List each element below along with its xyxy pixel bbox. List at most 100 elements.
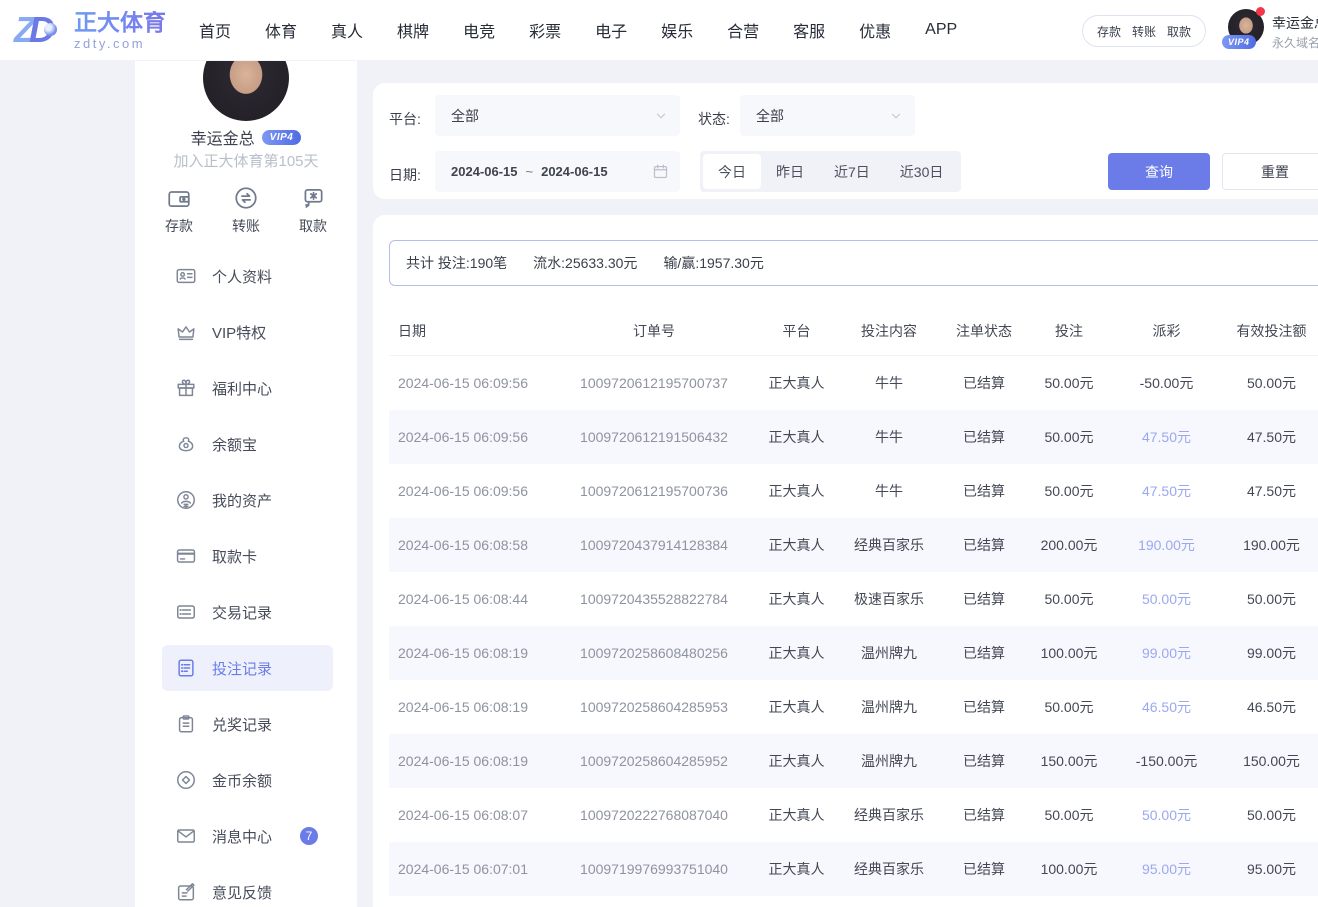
sidebar-item-投注记录[interactable]: 投注记录 (135, 640, 357, 696)
sidebar-menu: 个人资料VIP特权福利中心余额宝我的资产取款卡交易记录投注记录兑奖记录金币余额消… (135, 248, 357, 907)
cell-order-no: 1009720258604285953 (554, 699, 754, 715)
sidebar-item-余额宝[interactable]: 余额宝 (135, 416, 357, 472)
table-row: 2024-06-15 06:09:561009720612195700737正大… (389, 356, 1318, 410)
cell-bet-amount: 100.00元 (1029, 643, 1109, 663)
cell-date: 2024-06-15 06:08:19 (389, 699, 554, 715)
cell-bet-amount: 50.00元 (1029, 697, 1109, 717)
cell-platform: 正大真人 (754, 427, 839, 447)
header-avatar[interactable]: VIP4 (1228, 9, 1264, 45)
cell-bet-amount: 50.00元 (1029, 805, 1109, 825)
quick-range-今日[interactable]: 今日 (703, 154, 761, 189)
profile-action-取款[interactable]: 取款 (299, 185, 327, 236)
reset-button[interactable]: 重置 (1222, 153, 1318, 190)
unread-count-badge: 7 (300, 827, 318, 845)
sidebar-item-金币余额[interactable]: 金币余额 (135, 752, 357, 808)
nav-item-电竞[interactable]: 电竞 (463, 18, 495, 42)
profile-action-转账[interactable]: 转账 (232, 185, 260, 236)
cell-platform: 正大真人 (754, 535, 839, 555)
nav-item-电子[interactable]: 电子 (595, 18, 627, 42)
sidebar-item-label: 余额宝 (212, 434, 257, 455)
cell-valid-amount: 99.00元 (1224, 643, 1318, 663)
search-button[interactable]: 查询 (1108, 153, 1210, 190)
date-range-input[interactable]: 2024-06-15 ~ 2024-06-15 (435, 151, 680, 192)
nav-item-客服[interactable]: 客服 (793, 18, 825, 42)
cell-status: 已结算 (939, 751, 1029, 771)
chevron-down-icon (654, 109, 668, 123)
cell-bet-content: 牛牛 (839, 481, 939, 501)
sidebar-item-意见反馈[interactable]: 意见反馈 (135, 864, 357, 907)
redeem-icon (175, 713, 197, 735)
cell-order-no: 1009720258608480256 (554, 645, 754, 661)
header-quick-link-转账[interactable]: 转账 (1132, 23, 1156, 40)
cell-payout: 190.00元 (1109, 535, 1224, 555)
profile-action-label: 存款 (165, 216, 193, 236)
brand-logo-mark: ZD (14, 7, 66, 53)
sidebar-item-兑奖记录[interactable]: 兑奖记录 (135, 696, 357, 752)
nav-item-合营[interactable]: 合营 (727, 18, 759, 42)
quick-range-近7日[interactable]: 近7日 (819, 154, 885, 189)
gold-coin-icon (175, 769, 197, 791)
column-header-派彩: 派彩 (1109, 321, 1224, 341)
cell-date: 2024-06-15 06:08:07 (389, 807, 554, 823)
top-header: ZD 正大体育 zdty.com 首页 体育 真人 棋牌 电竞 彩票 电子 娱乐 合营 客服 优惠 A… (0, 0, 1318, 61)
sidebar-item-交易记录[interactable]: 交易记录 (135, 584, 357, 640)
cell-payout: 50.00元 (1109, 589, 1224, 609)
cell-date: 2024-06-15 06:08:58 (389, 537, 554, 553)
header-username: 幸运金总 (1272, 13, 1318, 33)
header-quick-link-取款[interactable]: 取款 (1167, 23, 1191, 40)
sidebar-item-取款卡[interactable]: 取款卡 (135, 528, 357, 584)
cell-status: 已结算 (939, 481, 1029, 501)
sidebar-item-我的资产[interactable]: 我的资产 (135, 472, 357, 528)
cell-platform: 正大真人 (754, 373, 839, 393)
sidebar-item-VIP特权[interactable]: VIP特权 (135, 304, 357, 360)
chevron-down-icon (889, 109, 903, 123)
table-row: 2024-06-15 06:08:191009720258604285953正大… (389, 680, 1318, 734)
status-select[interactable]: 全部 (740, 95, 915, 136)
sidebar-item-福利中心[interactable]: 福利中心 (135, 360, 357, 416)
brand-name: 正大体育 (74, 11, 166, 34)
sidebar-item-label: 意见反馈 (212, 882, 272, 903)
page-root: ZD 正大体育 zdty.com 首页 体育 真人 棋牌 电竞 彩票 电子 娱乐 合营 客服 优惠 A… (0, 0, 1318, 907)
cell-valid-amount: 95.00元 (1224, 859, 1318, 879)
summary-segment: 共计 投注:190笔 (406, 253, 507, 273)
profile-action-存款[interactable]: 存款 (165, 185, 193, 236)
cell-bet-amount: 50.00元 (1029, 373, 1109, 393)
cell-valid-amount: 47.50元 (1224, 427, 1318, 447)
nav-item-优惠[interactable]: 优惠 (859, 18, 891, 42)
gift-icon (175, 377, 197, 399)
sidebar-item-label: 兑奖记录 (212, 714, 272, 735)
nav-item-真人[interactable]: 真人 (331, 18, 363, 42)
sidebar-item-个人资料[interactable]: 个人资料 (135, 248, 357, 304)
cell-valid-amount: 50.00元 (1224, 589, 1318, 609)
nav-item-彩票[interactable]: 彩票 (529, 18, 561, 42)
nav-item-体育[interactable]: 体育 (265, 18, 297, 42)
cell-bet-content: 经典百家乐 (839, 859, 939, 879)
nav-item-APP[interactable]: APP (925, 21, 957, 39)
cell-date: 2024-06-15 06:07:01 (389, 861, 554, 877)
column-header-日期: 日期 (389, 321, 554, 341)
cell-bet-amount: 50.00元 (1029, 427, 1109, 447)
table-row: 2024-06-15 06:08:581009720437914128384正大… (389, 518, 1318, 572)
cell-date: 2024-06-15 06:08:44 (389, 591, 554, 607)
brand-logo[interactable]: ZD 正大体育 zdty.com (14, 7, 166, 53)
quick-range-昨日[interactable]: 昨日 (761, 154, 819, 189)
sidebar-item-消息中心[interactable]: 消息中心7 (135, 808, 357, 864)
cell-date: 2024-06-15 06:08:19 (389, 753, 554, 769)
platform-select[interactable]: 全部 (435, 95, 680, 136)
nav-item-棋牌[interactable]: 棋牌 (397, 18, 429, 42)
header-quick-link-存款[interactable]: 存款 (1097, 23, 1121, 40)
feedback-icon (175, 881, 197, 903)
date-quick-ranges: 今日昨日近7日近30日 (700, 151, 961, 192)
nav-item-首页[interactable]: 首页 (199, 18, 231, 42)
sidebar-item-label: 我的资产 (212, 490, 272, 511)
status-select-value: 全部 (740, 106, 784, 126)
mail-icon (175, 825, 197, 847)
quick-range-近30日[interactable]: 近30日 (885, 154, 959, 189)
header-quick-links: 存款转账取款 (1082, 15, 1206, 47)
cell-platform: 正大真人 (754, 643, 839, 663)
cell-date: 2024-06-15 06:09:56 (389, 375, 554, 391)
summary-segment: 流水:25633.30元 (533, 253, 637, 273)
nav-item-娱乐[interactable]: 娱乐 (661, 18, 693, 42)
cell-status: 已结算 (939, 805, 1029, 825)
notification-dot (1256, 7, 1265, 16)
